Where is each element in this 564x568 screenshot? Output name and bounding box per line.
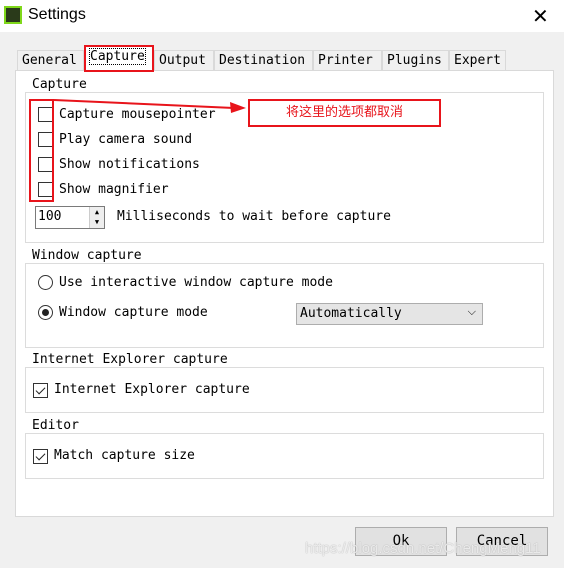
radio-interactive[interactable]	[38, 275, 53, 290]
tab-label: Printer	[318, 53, 373, 68]
stepper-arrows-icon[interactable]: ▲ ▼	[89, 207, 104, 228]
annotation-highlight	[29, 99, 54, 202]
option-label: Match capture size	[54, 448, 195, 463]
option-label: Show magnifier	[59, 182, 169, 197]
window-title: Settings	[28, 6, 86, 23]
option-label: Play camera sound	[59, 132, 193, 147]
group-title: Capture	[29, 77, 90, 92]
tab-label: Expert	[454, 53, 501, 68]
tab-printer[interactable]: Printer	[313, 50, 382, 71]
watermark: https://blog.csdn.net/ChengMeng11	[305, 540, 541, 557]
select-value: Automatically	[300, 306, 402, 321]
tab-label: Plugins	[387, 53, 442, 68]
option-label: Internet Explorer capture	[54, 382, 250, 397]
close-icon[interactable]: ✕	[532, 4, 549, 28]
title-bar: Settings ✕	[0, 0, 564, 32]
radio-window-mode[interactable]	[38, 305, 53, 320]
checkbox[interactable]	[33, 449, 48, 464]
radio-label: Window capture mode	[59, 305, 208, 320]
annotation-highlight	[84, 45, 154, 72]
wait-value: 100	[38, 209, 62, 224]
wait-label: Milliseconds to wait before capture	[117, 209, 391, 224]
group-title: Window capture	[29, 248, 145, 263]
window-mode-select[interactable]: Automatically ⌵	[296, 303, 483, 325]
radio-label: Use interactive window capture mode	[59, 275, 333, 290]
tab-general[interactable]: General	[17, 50, 84, 71]
option-label: Show notifications	[59, 157, 200, 172]
chevron-down-icon: ⌵	[467, 305, 476, 318]
annotation-arrow	[54, 99, 246, 113]
tab-destination[interactable]: Destination	[214, 50, 313, 71]
app-logo-icon	[4, 6, 22, 24]
tab-label: General	[22, 53, 77, 68]
checkbox[interactable]	[33, 383, 48, 398]
tab-plugins[interactable]: Plugins	[382, 50, 449, 71]
tab-label: Output	[159, 53, 206, 68]
group-title: Editor	[29, 418, 82, 433]
tab-expert[interactable]: Expert	[449, 50, 506, 71]
tab-label: Destination	[219, 53, 306, 68]
annotation-note: 将这里的选项都取消	[248, 99, 441, 127]
group-title: Internet Explorer capture	[29, 352, 231, 367]
tab-output[interactable]: Output	[154, 50, 214, 71]
wait-stepper[interactable]: 100 ▲ ▼	[35, 206, 105, 229]
